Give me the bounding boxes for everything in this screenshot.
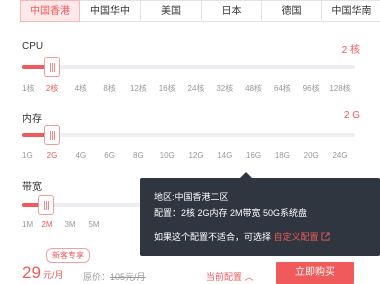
cpu-tick-label: 48核 <box>245 84 263 93</box>
bandwidth-slider[interactable] <box>22 195 140 215</box>
tooltip-hint: 如果这个配置不适合，可选择 <box>154 232 272 242</box>
memory-tick-label: 14G <box>217 151 233 160</box>
cpu-ticks: 1核 2核 4核 8核 12核 16核 24核 32核 48核 64核 96核 128核 <box>22 83 355 95</box>
memory-tick-label: 1G <box>22 151 33 160</box>
memory-slider[interactable] <box>22 125 355 145</box>
tooltip-region: 地区:中国香港二区 <box>154 192 229 202</box>
memory-tick-label: 4G <box>75 151 87 160</box>
custom-config-link[interactable]: 自定义配置 <box>274 232 331 242</box>
cpu-tick-label: 12核 <box>129 84 147 93</box>
new-customer-badge: 新客专享 <box>46 248 90 263</box>
bandwidth-tick-label: 2M <box>41 220 53 229</box>
tab-region-usa[interactable]: 美国 <box>141 0 202 22</box>
cpu-tick-label: 96核 <box>302 84 320 93</box>
bandwidth-tick-label: 1M <box>22 220 34 229</box>
tab-region-hongkong[interactable]: 中国香港 <box>20 0 80 22</box>
memory-tick-label: 8G <box>133 151 144 160</box>
cpu-tick-label: 2核 <box>45 84 59 93</box>
cpu-value: 2 核 <box>341 45 360 56</box>
cpu-tick-label: 1核 <box>22 84 35 93</box>
cpu-slider-handle[interactable] <box>44 57 60 77</box>
original-price: 原价：105元/月 <box>83 270 146 283</box>
cpu-tick-label: 128核 <box>329 84 351 93</box>
current-config-toggle[interactable]: 当前配置 ︿ <box>206 270 254 283</box>
cpu-tick-label: 64核 <box>273 84 291 93</box>
cpu-tick-label: 4核 <box>74 84 88 93</box>
original-price-label: 原价： <box>83 272 111 282</box>
price: 29 元/月 <box>22 263 63 283</box>
tooltip-hint-row: 如果这个配置不适合，可选择 自定义配置 <box>154 230 330 243</box>
bandwidth-tick-label: 3M <box>64 220 76 229</box>
bandwidth-label: 带宽 <box>22 182 42 193</box>
tooltip-config: 配置：2核 2G内存 2M带宽 50G系统盘 <box>154 208 308 218</box>
bandwidth-slider-handle[interactable] <box>38 195 54 215</box>
bandwidth-tick-label: 5M <box>88 220 100 229</box>
cpu-tick-label: 24核 <box>187 84 205 93</box>
memory-tick-label: 18G <box>274 151 290 160</box>
memory-tick-label: 6G <box>104 151 115 160</box>
region-tabs: 中国香港 中国华中 美国 日本 德国 中国华南 <box>20 0 380 23</box>
memory-tick-label: 16G <box>246 151 262 160</box>
price-unit: 元/月 <box>42 270 64 280</box>
memory-tick-label: 24G <box>332 151 348 160</box>
config-tooltip: 地区:中国香港二区 配置：2核 2G内存 2M带宽 50G系统盘 如果这个配置不… <box>140 172 380 256</box>
memory-slider-handle[interactable] <box>44 125 60 145</box>
memory-tick-label: 12G <box>188 151 204 160</box>
tab-region-germany[interactable]: 德国 <box>262 0 322 22</box>
external-link-icon <box>321 232 330 241</box>
cpu-label: CPU <box>22 41 44 52</box>
cpu-tick-label: 16核 <box>158 84 176 93</box>
original-price-value: 105元/月 <box>110 272 146 282</box>
memory-label: 内存 <box>22 114 42 125</box>
cpu-tick-label: 8核 <box>103 84 116 93</box>
memory-value: 2 G <box>343 110 360 121</box>
buy-now-button[interactable]: 立即购买 <box>276 262 354 284</box>
tooltip-arrow <box>240 172 252 178</box>
tab-region-japan[interactable]: 日本 <box>202 0 262 22</box>
tab-region-central-china[interactable]: 中国华中 <box>80 0 141 22</box>
bandwidth-ticks: 1M 2M 3M 5M <box>22 220 140 232</box>
cpu-slider[interactable] <box>22 57 355 77</box>
price-amount: 29 <box>22 263 41 282</box>
cpu-tick-label: 32核 <box>216 84 234 93</box>
tab-region-south-china[interactable]: 中国华南 <box>322 0 380 22</box>
memory-tick-label: 20G <box>303 151 319 160</box>
memory-ticks: 1G 2G 4G 6G 8G 10G 12G 14G 16G 18G 20G 24G <box>22 151 355 163</box>
memory-tick-label: 10G <box>159 151 175 160</box>
memory-tick-label: 2G <box>46 151 58 160</box>
